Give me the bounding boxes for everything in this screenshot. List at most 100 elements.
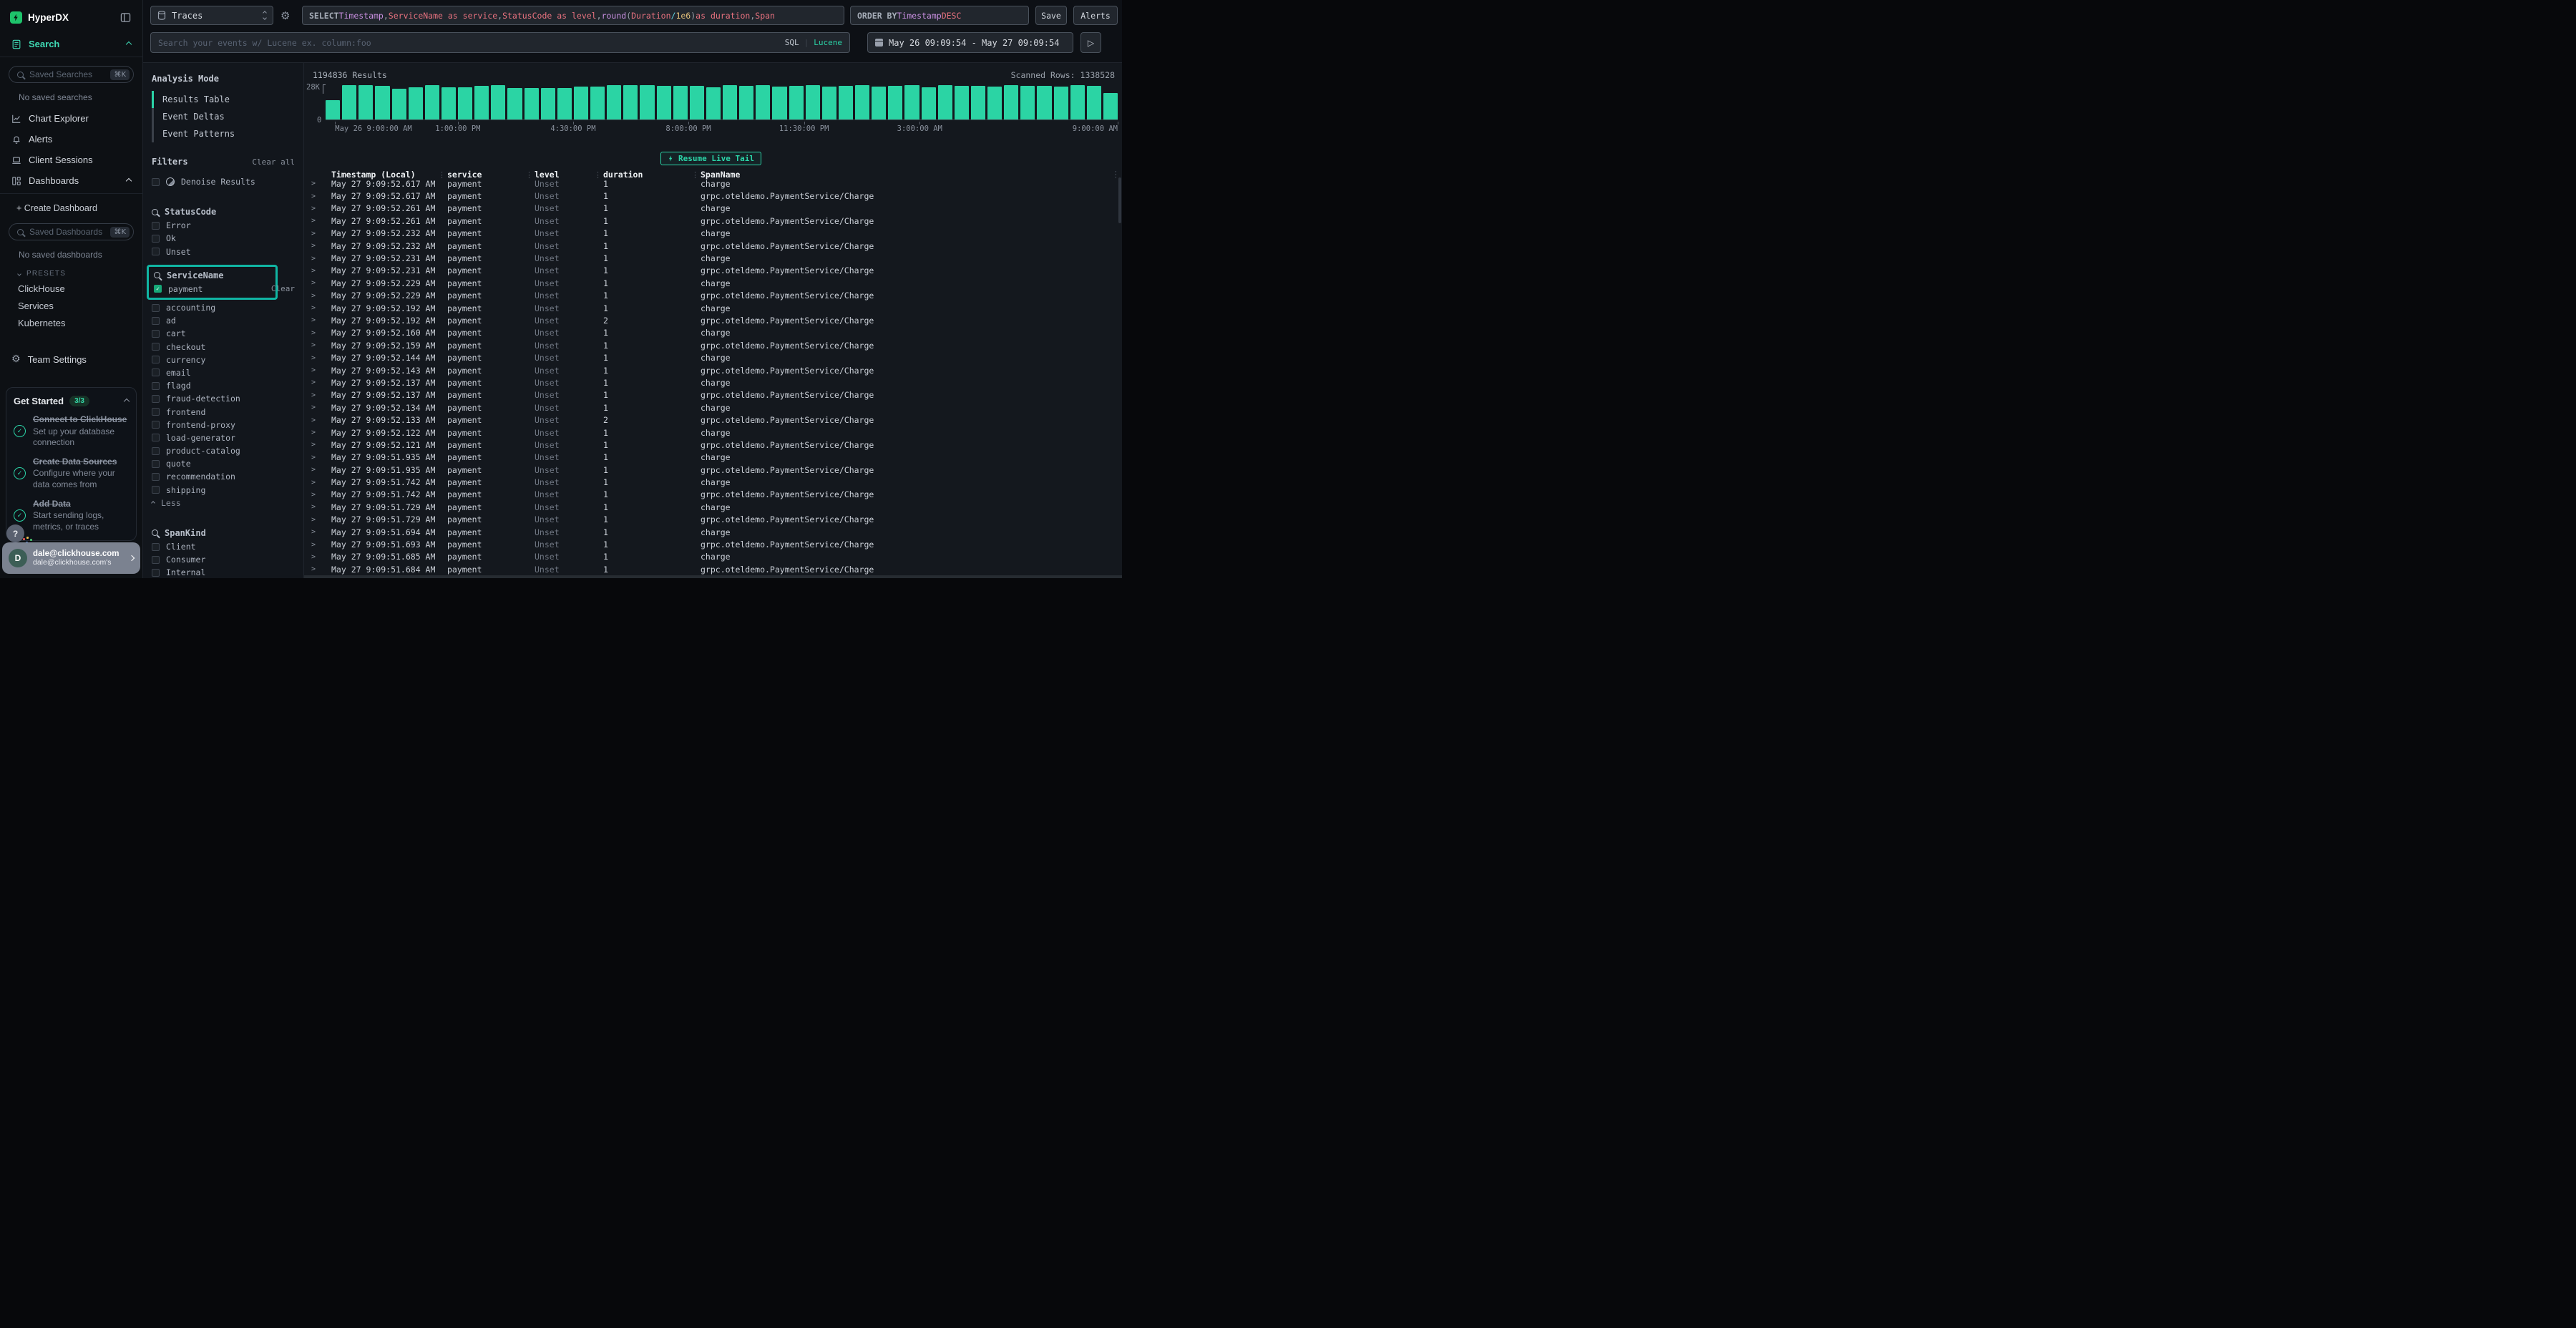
histogram-bar[interactable]	[723, 85, 737, 119]
run-query-button[interactable]: ▷	[1080, 32, 1101, 53]
table-row[interactable]: >May 27 9:09:52.192 AMpaymentUnset2grpc.…	[304, 314, 1116, 326]
histogram-bar[interactable]	[690, 86, 704, 119]
histogram-bar[interactable]	[955, 86, 969, 119]
checkbox[interactable]	[152, 486, 160, 494]
alerts-button[interactable]: Alerts	[1073, 6, 1118, 25]
filter-option-error[interactable]: Error	[152, 219, 295, 232]
checkbox[interactable]	[152, 178, 160, 186]
table-row[interactable]: >May 27 9:09:51.935 AMpaymentUnset1charg…	[304, 451, 1116, 464]
row-expand-icon[interactable]: >	[304, 217, 323, 225]
checkbox[interactable]	[152, 343, 160, 351]
sql-toggle[interactable]: SQL	[785, 38, 799, 47]
filter-option-client[interactable]: Client	[152, 540, 295, 553]
histogram-bar[interactable]	[607, 85, 621, 119]
checkbox-checked[interactable]: ✓	[154, 285, 162, 293]
histogram-bar[interactable]	[326, 100, 340, 119]
sidebar-item-client-sessions[interactable]: Client Sessions	[0, 150, 142, 170]
table-row[interactable]: >May 27 9:09:52.137 AMpaymentUnset1grpc.…	[304, 389, 1116, 401]
filter-option-currency[interactable]: currency	[152, 353, 295, 366]
table-row[interactable]: >May 27 9:09:51.742 AMpaymentUnset1grpc.…	[304, 489, 1116, 501]
histogram-bar[interactable]	[1070, 85, 1085, 119]
histogram-bar[interactable]	[839, 86, 853, 119]
table-row[interactable]: >May 27 9:09:52.143 AMpaymentUnset1grpc.…	[304, 364, 1116, 376]
histogram-bar[interactable]	[756, 85, 770, 119]
histogram-bar[interactable]	[574, 87, 588, 119]
histogram-bar[interactable]	[409, 87, 423, 120]
histogram-bar[interactable]	[772, 87, 786, 119]
histogram-bar[interactable]	[1037, 86, 1051, 119]
checkbox[interactable]	[152, 569, 160, 577]
histogram-bar[interactable]	[458, 87, 472, 119]
table-row[interactable]: >May 27 9:09:51.694 AMpaymentUnset1charg…	[304, 526, 1116, 538]
histogram-bar[interactable]	[706, 87, 721, 120]
filter-option-fraud-detection[interactable]: fraud-detection	[152, 392, 295, 405]
row-expand-icon[interactable]: >	[304, 304, 323, 312]
checkbox[interactable]	[152, 235, 160, 243]
table-row[interactable]: >May 27 9:09:51.684 AMpaymentUnset1grpc.…	[304, 563, 1116, 575]
row-expand-icon[interactable]: >	[304, 565, 323, 573]
table-row[interactable]: >May 27 9:09:51.685 AMpaymentUnset1charg…	[304, 551, 1116, 563]
source-select[interactable]: Traces	[150, 6, 273, 25]
row-expand-icon[interactable]: >	[304, 192, 323, 200]
row-expand-icon[interactable]: >	[304, 329, 323, 337]
histogram-bar[interactable]	[541, 88, 555, 119]
histogram-bar[interactable]	[872, 87, 886, 119]
filter-option-frontend-proxy[interactable]: frontend-proxy	[152, 419, 295, 431]
row-expand-icon[interactable]: >	[304, 391, 323, 399]
histogram-bar[interactable]	[739, 86, 753, 119]
checkbox[interactable]	[152, 248, 160, 255]
histogram-bar[interactable]	[987, 87, 1002, 119]
help-button[interactable]: ?	[6, 524, 24, 542]
histogram-bar[interactable]	[888, 86, 902, 119]
table-row[interactable]: >May 27 9:09:52.229 AMpaymentUnset1grpc.…	[304, 290, 1116, 302]
sql-select-input[interactable]: SELECT Timestamp, ServiceName as service…	[302, 6, 844, 25]
row-expand-icon[interactable]: >	[304, 242, 323, 250]
checkbox[interactable]	[152, 408, 160, 416]
filter-option-ok[interactable]: Ok	[152, 232, 295, 245]
table-row[interactable]: >May 27 9:09:52.617 AMpaymentUnset1grpc.…	[304, 190, 1116, 202]
filter-option-unset[interactable]: Unset	[152, 245, 295, 258]
filter-option-email[interactable]: email	[152, 366, 295, 379]
histogram-bar[interactable]	[425, 85, 439, 119]
checkbox[interactable]	[152, 222, 160, 230]
table-row[interactable]: >May 27 9:09:52.229 AMpaymentUnset1charg…	[304, 277, 1116, 289]
filter-option-cart[interactable]: cart	[152, 327, 295, 340]
row-expand-icon[interactable]: >	[304, 180, 323, 187]
sidebar-collapse-icon[interactable]	[120, 12, 131, 23]
row-expand-icon[interactable]: >	[304, 279, 323, 287]
table-row[interactable]: >May 27 9:09:52.232 AMpaymentUnset1charg…	[304, 228, 1116, 240]
resume-live-tail-button[interactable]: Resume Live Tail	[660, 152, 761, 165]
table-row[interactable]: >May 27 9:09:52.133 AMpaymentUnset2grpc.…	[304, 414, 1116, 426]
row-expand-icon[interactable]: >	[304, 404, 323, 411]
filter-option-internal[interactable]: Internal	[152, 566, 295, 578]
histogram-bar[interactable]	[789, 86, 804, 119]
preset-item-services[interactable]: Services	[0, 297, 142, 314]
filter-option-frontend[interactable]: frontend	[152, 405, 295, 418]
presets-section-toggle[interactable]: PRESETS	[0, 261, 142, 280]
search-input[interactable]: Search your events w/ Lucene ex. column:…	[150, 32, 850, 53]
create-dashboard-button[interactable]: + Create Dashboard	[0, 196, 142, 215]
histogram-bar[interactable]	[806, 85, 820, 119]
table-row[interactable]: >May 27 9:09:52.261 AMpaymentUnset1charg…	[304, 202, 1116, 215]
filter-option-product-catalog[interactable]: product-catalog	[152, 444, 295, 457]
lucene-toggle[interactable]: Lucene	[814, 38, 842, 47]
analysis-mode-event-patterns[interactable]: Event Patterns	[152, 125, 295, 142]
histogram-bar[interactable]	[441, 87, 456, 119]
row-expand-icon[interactable]: >	[304, 416, 323, 424]
table-row[interactable]: >May 27 9:09:52.231 AMpaymentUnset1grpc.…	[304, 265, 1116, 277]
checkbox[interactable]	[152, 304, 160, 312]
checkbox[interactable]	[152, 330, 160, 338]
row-expand-icon[interactable]: >	[304, 553, 323, 561]
checkbox[interactable]	[152, 447, 160, 455]
preset-item-clickhouse[interactable]: ClickHouse	[0, 280, 142, 297]
row-expand-icon[interactable]: >	[304, 479, 323, 487]
clear-filter-button[interactable]: Clear	[271, 284, 295, 293]
table-row[interactable]: >May 27 9:09:52.231 AMpaymentUnset1charg…	[304, 252, 1116, 264]
saved-dashboards-input[interactable]: Saved Dashboards ⌘K	[9, 223, 134, 240]
row-expand-icon[interactable]: >	[304, 441, 323, 449]
histogram-bar[interactable]	[1004, 85, 1018, 119]
table-row[interactable]: >May 27 9:09:51.935 AMpaymentUnset1grpc.…	[304, 464, 1116, 476]
row-expand-icon[interactable]: >	[304, 491, 323, 499]
row-expand-icon[interactable]: >	[304, 379, 323, 386]
sidebar-item-chart-explorer[interactable]: Chart Explorer	[0, 108, 142, 129]
